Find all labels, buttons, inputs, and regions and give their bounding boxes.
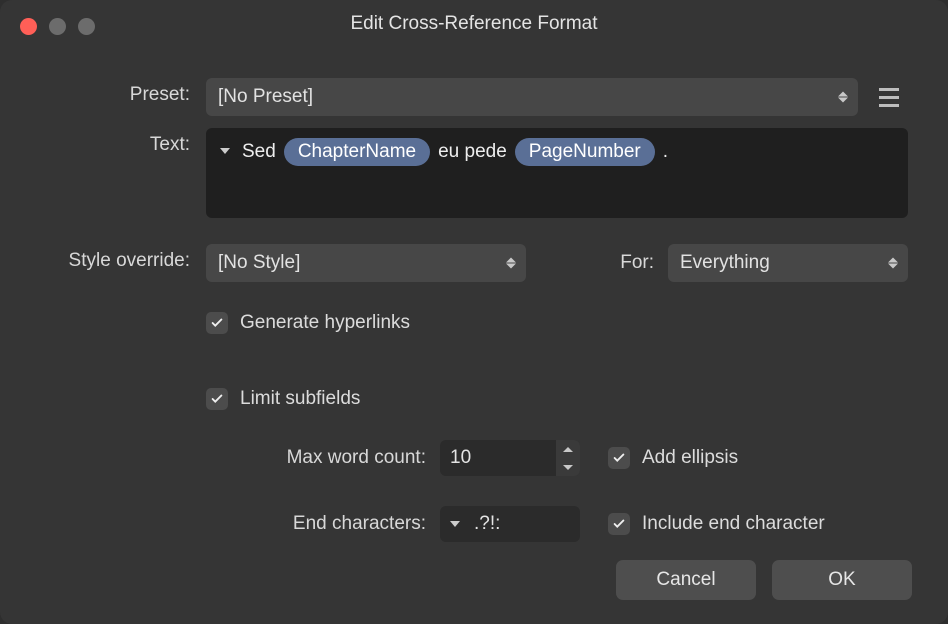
for-select-value: Everything	[680, 252, 770, 274]
check-icon	[210, 392, 224, 406]
add-ellipsis-group: Add ellipsis	[608, 447, 738, 469]
stepper-up-button[interactable]	[556, 440, 580, 458]
preset-row: Preset: [No Preset]	[40, 78, 908, 116]
format-text-input[interactable]: Sed ChapterName eu pede PageNumber .	[206, 128, 908, 218]
preset-select[interactable]: [No Preset]	[206, 78, 858, 116]
text-segment: .	[663, 138, 668, 166]
traffic-lights	[20, 18, 95, 35]
stepper-down-button[interactable]	[556, 458, 580, 476]
style-override-label: Style override:	[40, 244, 190, 272]
preset-select-value: [No Preset]	[218, 86, 313, 108]
text-row: Text: Sed ChapterName eu pede PageNumber…	[40, 128, 908, 218]
max-word-count-label: Max word count:	[206, 447, 426, 469]
preset-label: Preset:	[40, 78, 190, 106]
add-ellipsis-checkbox[interactable]	[608, 447, 630, 469]
end-characters-row: End characters: .?!: Include end charact…	[206, 506, 908, 542]
include-end-character-label: Include end character	[642, 513, 825, 535]
for-group: For: Everything	[620, 244, 908, 282]
dialog-window: Edit Cross-Reference Format Preset: [No …	[0, 0, 948, 624]
select-caret-icon	[888, 258, 898, 269]
dialog-content: Preset: [No Preset] Text: Sed ChapterNam	[0, 48, 948, 542]
end-characters-value: .?!:	[474, 513, 500, 535]
limit-subfields-row: Limit subfields	[206, 388, 908, 410]
generate-hyperlinks-label: Generate hyperlinks	[240, 312, 410, 334]
check-icon	[612, 517, 626, 531]
title-bar: Edit Cross-Reference Format	[0, 0, 948, 48]
preset-menu-button[interactable]	[870, 78, 908, 116]
generate-hyperlinks-checkbox[interactable]	[206, 312, 228, 334]
style-override-value: [No Style]	[218, 252, 300, 274]
select-caret-icon	[838, 92, 848, 103]
text-segment: Sed	[242, 138, 276, 166]
close-window-button[interactable]	[20, 18, 37, 35]
window-title: Edit Cross-Reference Format	[0, 13, 948, 35]
add-ellipsis-label: Add ellipsis	[642, 447, 738, 469]
select-caret-icon	[506, 258, 516, 269]
text-segment: eu pede	[438, 138, 507, 166]
max-word-count-row: Max word count: 10 Add ellipsis	[206, 440, 908, 476]
cancel-button-label: Cancel	[656, 569, 715, 591]
end-characters-input[interactable]: .?!:	[440, 506, 580, 542]
ok-button-label: OK	[828, 569, 855, 591]
dialog-footer: Cancel OK	[616, 560, 912, 600]
limit-subfields-checkbox[interactable]	[206, 388, 228, 410]
include-end-char-group: Include end character	[608, 513, 825, 535]
text-label: Text:	[40, 128, 190, 156]
generate-hyperlinks-row: Generate hyperlinks	[206, 312, 908, 334]
check-icon	[210, 316, 224, 330]
for-select[interactable]: Everything	[668, 244, 908, 282]
end-characters-dropdown-icon[interactable]	[450, 521, 460, 527]
limit-subfields-label: Limit subfields	[240, 388, 360, 410]
end-characters-label: End characters:	[206, 513, 426, 535]
cancel-button[interactable]: Cancel	[616, 560, 756, 600]
max-word-count-value: 10	[450, 447, 471, 469]
style-override-row: Style override: [No Style] For: Everythi…	[40, 244, 908, 282]
maximize-window-button[interactable]	[78, 18, 95, 35]
style-override-select[interactable]: [No Style]	[206, 244, 526, 282]
field-token-chaptername[interactable]: ChapterName	[284, 138, 430, 166]
include-end-character-checkbox[interactable]	[608, 513, 630, 535]
field-token-pagenumber[interactable]: PageNumber	[515, 138, 655, 166]
max-word-count-input[interactable]: 10	[440, 440, 580, 476]
word-count-stepper	[556, 440, 580, 476]
insert-field-dropdown-icon[interactable]	[220, 148, 230, 154]
minimize-window-button[interactable]	[49, 18, 66, 35]
check-icon	[612, 451, 626, 465]
ok-button[interactable]: OK	[772, 560, 912, 600]
for-label: For:	[620, 252, 654, 274]
